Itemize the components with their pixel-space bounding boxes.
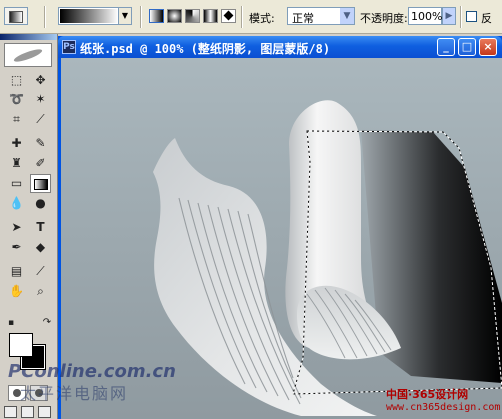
pconline-cn-watermark: 太平洋电脑网 [20, 384, 129, 403]
gradient-swatch [60, 9, 118, 23]
diamond-gradient-button[interactable] [221, 9, 236, 23]
dodge-icon[interactable]: ● [30, 194, 51, 213]
swap-colors-icon[interactable]: ↷ [40, 317, 54, 329]
photoshop-document-icon: Ps [62, 40, 76, 54]
chevron-right-icon[interactable]: ▶ [442, 7, 456, 25]
opacity-label: 不透明度: [360, 12, 408, 25]
clone-stamp-icon[interactable]: ♜ [6, 154, 27, 173]
screen-mode-full-button[interactable] [38, 406, 51, 418]
screen-mode-standard-button[interactable] [4, 406, 17, 418]
slice-icon[interactable]: ⟋ [30, 110, 51, 129]
move-icon[interactable]: ✥ [30, 71, 51, 90]
separator [44, 6, 46, 28]
opacity-input[interactable]: 100% [408, 7, 442, 25]
pen-icon[interactable]: ✒ [6, 238, 27, 257]
separator [460, 6, 462, 28]
gradient-tool-icon [9, 11, 23, 23]
path-selection-icon[interactable]: ➤ [6, 218, 27, 237]
maximize-button[interactable]: □ [458, 38, 476, 56]
screen-mode-full-menu-button[interactable] [21, 406, 34, 418]
chevron-down-icon[interactable]: ▼ [340, 8, 354, 24]
mode-value: 正常 [292, 12, 314, 25]
blur-icon[interactable]: 💧 [6, 194, 27, 213]
eraser-icon[interactable]: ▭ [6, 174, 27, 193]
toolbox-titlebar[interactable] [0, 34, 57, 40]
minimize-button[interactable]: _ [437, 38, 455, 56]
radial-gradient-button[interactable] [167, 9, 182, 23]
marquee-icon[interactable]: ⬚ [6, 71, 27, 90]
magic-wand-icon[interactable]: ✶ [30, 90, 51, 109]
type-icon[interactable]: T [30, 218, 51, 237]
site-title-watermark: 中国·365设计网 [386, 388, 469, 401]
feather-logo[interactable] [4, 43, 52, 67]
hand-icon[interactable]: ✋ [6, 282, 27, 301]
crop-icon[interactable]: ⌗ [6, 110, 27, 129]
separator [140, 6, 142, 28]
brush-icon[interactable]: ✎ [30, 134, 51, 153]
mode-label: 模式: [249, 12, 275, 25]
zoom-icon[interactable]: ⌕ [30, 282, 51, 301]
eyedropper-icon[interactable]: ⟋ [30, 262, 51, 281]
reverse-checkbox[interactable] [466, 11, 477, 22]
separator [241, 6, 243, 28]
notes-icon[interactable]: ▤ [6, 262, 27, 281]
reflected-gradient-button[interactable] [203, 9, 218, 23]
gradient-picker[interactable]: ▼ [58, 7, 132, 25]
reverse-label: 反 [481, 12, 492, 25]
document-title: 纸张.psd @ 100% (整纸阴影, 图层蒙版/8) [80, 42, 331, 56]
linear-gradient-button[interactable] [149, 9, 164, 23]
lasso-icon[interactable]: ➰ [6, 90, 27, 109]
options-bar: ▼ 模式: 正常 ▼ 不透明度: 100% ▶ 反 [0, 0, 502, 34]
mode-select[interactable]: 正常 ▼ [287, 7, 355, 25]
default-colors-icon[interactable]: ▪ [4, 317, 18, 329]
history-brush-icon[interactable]: ✐ [30, 154, 51, 173]
healing-brush-icon[interactable]: ✚ [6, 134, 27, 153]
angle-gradient-button[interactable] [185, 9, 200, 23]
site-url-watermark: www.cn365design.com [386, 402, 501, 413]
chevron-down-icon[interactable]: ▼ [118, 8, 131, 24]
document-titlebar[interactable]: Ps 纸张.psd @ 100% (整纸阴影, 图层蒙版/8) _ □ × [58, 36, 502, 58]
shape-icon[interactable]: ◆ [30, 238, 51, 257]
foreground-color-swatch[interactable] [9, 333, 33, 357]
gradient-icon[interactable] [30, 174, 51, 193]
close-button[interactable]: × [479, 38, 497, 56]
tool-preset-picker[interactable] [4, 7, 28, 25]
